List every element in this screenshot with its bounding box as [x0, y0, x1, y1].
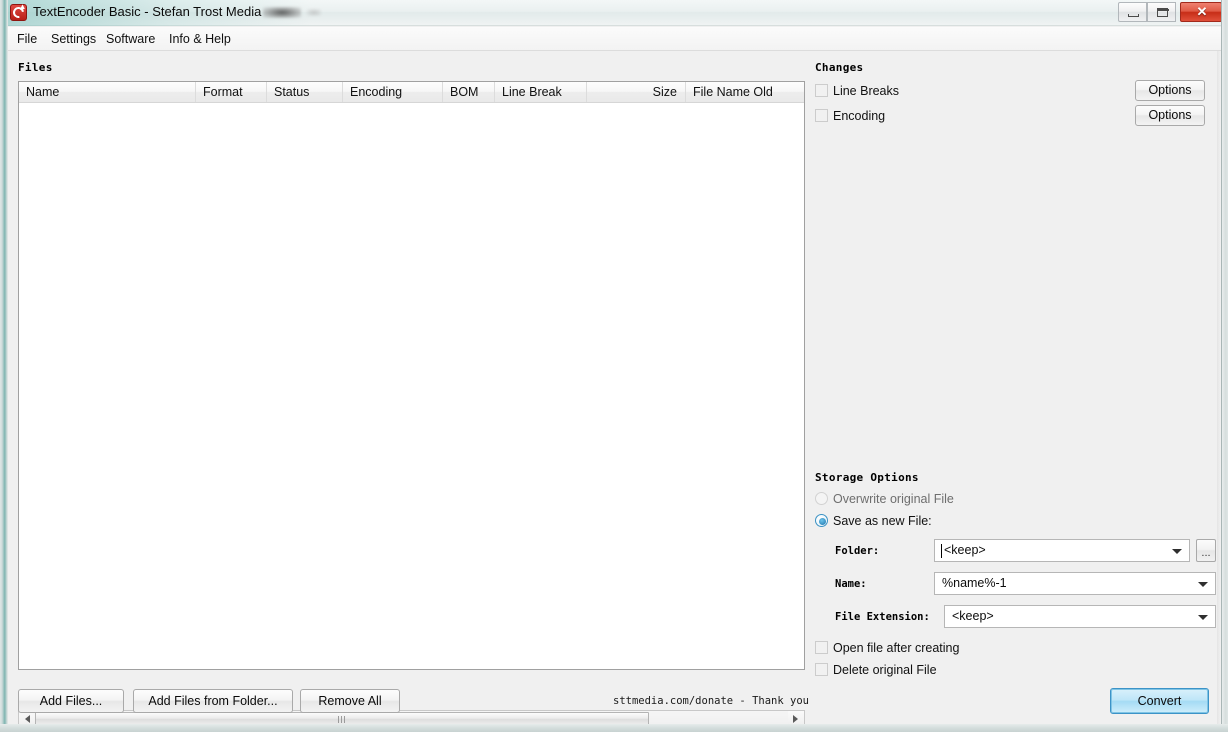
column-header-name[interactable]: Name	[19, 82, 196, 102]
file-extension-combobox[interactable]: <keep>	[944, 605, 1216, 628]
chevron-down-icon[interactable]	[1198, 615, 1208, 620]
folder-value: <keep>	[944, 540, 1167, 561]
column-header-line-break[interactable]: Line Break	[495, 82, 587, 102]
checkbox-line-breaks-label: Line Breaks	[833, 82, 899, 100]
folder-browse-button[interactable]: ...	[1196, 539, 1216, 562]
refresh-arrow-head	[20, 4, 26, 11]
scrollbar-grip	[338, 716, 346, 723]
name-value: %name%-1	[942, 573, 1193, 594]
name-field-label: Name:	[835, 578, 867, 590]
checkbox-encoding-label: Encoding	[833, 107, 885, 125]
menu-bar: File Settings Software Info & Help	[8, 27, 1221, 51]
application-window: TextEncoder Basic - Stefan Trost Media ✕…	[0, 0, 1228, 732]
refresh-arrow-icon	[10, 4, 27, 21]
window-border-left	[0, 0, 8, 732]
checkbox-open-file-after-creating-box[interactable]	[815, 641, 828, 654]
maximize-button[interactable]	[1147, 2, 1176, 22]
minimize-icon	[1128, 14, 1139, 17]
window-border-right	[1221, 0, 1228, 732]
folder-text-caret	[941, 544, 942, 558]
menu-item-info-help[interactable]: Info & Help	[162, 31, 238, 48]
checkbox-open-file-after-creating-label: Open file after creating	[833, 639, 959, 657]
changes-section-title: Changes	[815, 61, 863, 74]
radio-save-as-new-label: Save as new File:	[833, 512, 932, 530]
column-header-status[interactable]: Status	[267, 82, 343, 102]
file-list-body[interactable]	[19, 103, 804, 668]
file-list[interactable]: Name Format Status Encoding BOM Line Bre…	[18, 81, 805, 670]
menu-item-software[interactable]: Software	[99, 31, 162, 48]
column-header-bom[interactable]: BOM	[443, 82, 495, 102]
menu-item-file[interactable]: File	[10, 31, 44, 48]
title-bar[interactable]: TextEncoder Basic - Stefan Trost Media ✕	[0, 0, 1228, 26]
checkbox-line-breaks-box[interactable]	[815, 84, 828, 97]
radio-overwrite-original-button[interactable]	[815, 492, 828, 505]
donate-text: sttmedia.com/donate - Thank you	[613, 695, 809, 707]
close-button[interactable]: ✕	[1180, 2, 1222, 22]
close-icon: ✕	[1181, 3, 1223, 21]
add-files-from-folder-button[interactable]: Add Files from Folder...	[133, 689, 293, 713]
name-combobox[interactable]: %name%-1	[934, 572, 1216, 595]
main-content: Files Name Format Status Encoding BOM Li…	[8, 51, 1221, 724]
storage-options-title: Storage Options	[815, 471, 919, 484]
encoding-options-button[interactable]: Options	[1135, 105, 1205, 126]
redacted-title-suffix-2	[307, 9, 321, 16]
checkbox-encoding-box[interactable]	[815, 109, 828, 122]
convert-button[interactable]: Convert	[1110, 688, 1209, 714]
column-header-encoding[interactable]: Encoding	[343, 82, 443, 102]
file-list-header: Name Format Status Encoding BOM Line Bre…	[19, 82, 804, 103]
file-extension-field-label: File Extension:	[835, 611, 930, 623]
redacted-title-suffix	[263, 7, 301, 18]
folder-field-label: Folder:	[835, 545, 879, 557]
scroll-right-triangle	[793, 715, 798, 723]
column-header-size[interactable]: Size	[587, 82, 686, 102]
column-header-format[interactable]: Format	[196, 82, 267, 102]
line-breaks-options-button[interactable]: Options	[1135, 80, 1205, 101]
radio-overwrite-original-label: Overwrite original File	[833, 490, 954, 508]
scroll-left-triangle	[25, 715, 30, 723]
radio-save-as-new-button[interactable]	[815, 514, 828, 527]
add-files-button[interactable]: Add Files...	[18, 689, 124, 713]
folder-combobox[interactable]: <keep>	[934, 539, 1190, 562]
chevron-down-icon[interactable]	[1198, 582, 1208, 587]
file-extension-value: <keep>	[952, 606, 1193, 627]
chevron-down-icon[interactable]	[1172, 549, 1182, 554]
checkbox-delete-original-file-label: Delete original File	[833, 661, 937, 679]
menu-item-settings[interactable]: Settings	[44, 31, 103, 48]
minimize-button[interactable]	[1118, 2, 1147, 22]
checkbox-delete-original-file-box[interactable]	[815, 663, 828, 676]
remove-all-button[interactable]: Remove All	[300, 689, 400, 713]
column-header-file-name-old[interactable]: File Name Old	[686, 82, 804, 102]
window-border-bottom	[0, 724, 1228, 732]
maximize-icon	[1157, 8, 1168, 17]
files-section-title: Files	[18, 61, 53, 74]
window-title: TextEncoder Basic - Stefan Trost Media	[33, 4, 261, 19]
